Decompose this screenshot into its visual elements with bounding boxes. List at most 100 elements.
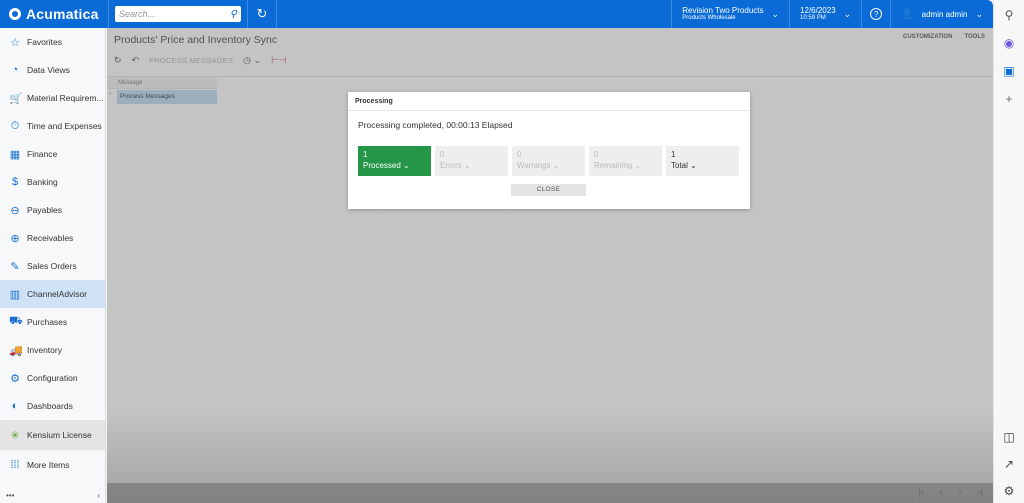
truck-icon: 🚚 xyxy=(9,344,23,357)
business-date: 12/6/2023 xyxy=(800,6,836,15)
outlook-icon[interactable]: ▣ xyxy=(994,64,1024,78)
sidebar-item-label: Dashboards xyxy=(27,401,73,411)
browser-side-rail: ⚲ ◉ ▣ + ◫ ↗ ⚙ xyxy=(993,0,1024,503)
stat-label: Remaining xyxy=(594,161,633,170)
sidebar-item-label: Data Views xyxy=(27,65,70,75)
copilot-icon[interactable]: ◉ xyxy=(994,36,1024,50)
plus-circle-icon: ⊕ xyxy=(10,232,20,245)
sidebar-item-label: Finance xyxy=(27,149,58,159)
search-icon[interactable]: ⚲ xyxy=(994,8,1024,22)
sidebar-item-channeladvisor[interactable]: ▥ ChannelAdvisor xyxy=(0,280,105,308)
sidebar-item-receivables[interactable]: ⊕ Receivables xyxy=(0,224,105,252)
history-icon[interactable]: ↻ xyxy=(248,0,276,28)
sidebar-item-label: ChannelAdvisor xyxy=(27,289,88,299)
stat-value: 1 xyxy=(671,150,676,159)
sidebar-item-inventory[interactable]: 🚚 Inventory xyxy=(0,336,105,364)
company-selector[interactable]: Revision Two Products Products Wholesale… xyxy=(672,0,789,28)
dollar-icon: $ xyxy=(11,176,19,188)
sidebar-item-time-expenses[interactable]: ⏱ Time and Expenses xyxy=(0,112,105,140)
stat-label: Total xyxy=(671,161,688,170)
more-options-icon[interactable]: ••• xyxy=(6,491,14,500)
add-icon[interactable]: + xyxy=(994,92,1024,106)
acumatica-logo[interactable]: Acumatica xyxy=(0,0,108,28)
sidebar-item-more-items[interactable]: ⁞⁞⁞ More Items xyxy=(0,450,105,480)
stat-value: 0 xyxy=(517,150,522,159)
branch-name: Products Wholesale xyxy=(682,15,736,21)
sidebar-item-label: Payables xyxy=(27,205,62,215)
sidebar-item-label: Favorites xyxy=(27,37,62,47)
dialog-title: Processing xyxy=(348,92,750,111)
chevron-down-icon: ⌄ xyxy=(771,8,780,19)
sidebar-item-favorites[interactable]: ☆ Favorites xyxy=(0,28,105,56)
sidebar-item-material-requirements[interactable]: 🛒 Material Requirem... xyxy=(0,84,105,112)
grid-dots-icon: ⁞⁞⁞ xyxy=(10,459,20,471)
sidebar-item-label: Receivables xyxy=(27,233,74,243)
sidebar-item-data-views[interactable]: ◔ Data Views xyxy=(0,56,105,84)
close-button[interactable]: CLOSE xyxy=(511,184,586,196)
sidebar-item-label: Configuration xyxy=(27,373,78,383)
sidebar-item-label: Kensium License xyxy=(27,430,92,440)
user-menu[interactable]: 👤 admin admin ⌄ xyxy=(891,0,993,28)
sidebar-item-purchases[interactable]: ⛟ Purchases xyxy=(0,308,105,336)
user-name: admin admin xyxy=(921,9,968,19)
sidebar-item-payables[interactable]: ⊖ Payables xyxy=(0,196,105,224)
user-icon: 👤 xyxy=(901,8,914,20)
search-input[interactable]: Search... ⚲ xyxy=(115,6,241,22)
business-time: 10:59 PM xyxy=(800,15,826,21)
chevron-down-icon: ⌄ xyxy=(464,161,471,170)
processing-dialog: Processing Processing completed, 00:00:1… xyxy=(348,92,750,209)
bottom-strip xyxy=(107,483,993,503)
collapse-sidebar-icon[interactable]: ‹ xyxy=(97,491,100,500)
sidebar-item-label: Inventory xyxy=(27,345,62,355)
sidebar-item-sales-orders[interactable]: ✎ Sales Orders xyxy=(0,252,105,280)
total-stat[interactable]: 1 Total ⌄ xyxy=(666,146,739,176)
star-icon: ☆ xyxy=(10,36,20,49)
warnings-stat[interactable]: 0 Warnings ⌄ xyxy=(512,146,585,176)
sidebar-item-kensium-license[interactable]: ✳ Kensium License xyxy=(0,420,105,450)
stat-value: 1 xyxy=(363,150,368,159)
company-name: Revision Two Products xyxy=(682,6,764,15)
logo-icon xyxy=(9,8,21,20)
processing-status-message: Processing completed, 00:00:13 Elapsed xyxy=(358,120,513,130)
calculator-icon: ▦ xyxy=(9,148,21,161)
minus-circle-icon: ⊖ xyxy=(10,204,20,217)
search-icon[interactable]: ⚲ xyxy=(230,9,237,20)
sidebar-item-label: Banking xyxy=(27,177,58,187)
pie-chart-icon: ◔ xyxy=(11,64,19,76)
chevron-down-icon: ⌄ xyxy=(975,8,983,19)
stat-label: Errors xyxy=(440,161,462,170)
business-date-selector[interactable]: 12/6/2023 10:59 PM ⌄ xyxy=(790,0,861,28)
stat-label: Warnings xyxy=(517,161,551,170)
sidebar-item-label: Purchases xyxy=(27,317,68,327)
settings-icon[interactable]: ⚙ xyxy=(994,484,1024,498)
external-link-icon[interactable]: ↗ xyxy=(994,457,1024,471)
help-icon: ? xyxy=(870,8,883,20)
sidebar-item-finance[interactable]: ▦ Finance xyxy=(0,140,105,168)
sidebar-item-configuration[interactable]: ⚙ Configuration xyxy=(0,364,105,392)
errors-stat[interactable]: 0 Errors ⌄ xyxy=(435,146,508,176)
sidebar: ☆ Favorites ◔ Data Views 🛒 Material Require… xyxy=(0,28,106,503)
sidebar-item-dashboards[interactable]: ◐ Dashboards xyxy=(0,392,105,420)
sidebar-toggle-icon[interactable]: ◫ xyxy=(994,430,1024,444)
sidebar-item-label: Sales Orders xyxy=(27,261,77,271)
help-button[interactable]: ? xyxy=(862,0,890,28)
stat-value: 0 xyxy=(594,150,599,159)
cart-icon: 🛒 xyxy=(9,92,23,105)
remaining-stat[interactable]: 0 Remaining ⌄ xyxy=(589,146,662,176)
kensium-icon: ✳ xyxy=(10,429,20,442)
dashboard-icon: ◐ xyxy=(11,400,19,412)
gear-icon: ⚙ xyxy=(10,372,20,385)
chevron-down-icon: ⌄ xyxy=(403,161,410,170)
sidebar-item-label: Material Requirem... xyxy=(27,93,104,103)
chevron-down-icon: ⌄ xyxy=(552,161,560,170)
top-bar: Acumatica Search... ⚲ ↻ Revision Two Pro… xyxy=(0,0,993,28)
sidebar-item-label: Time and Expenses xyxy=(27,121,102,131)
edit-icon: ✎ xyxy=(10,260,20,273)
sidebar-item-banking[interactable]: $ Banking xyxy=(0,168,105,196)
processed-stat[interactable]: 1 Processed ⌄ xyxy=(358,146,431,176)
search-placeholder: Search... xyxy=(119,9,156,19)
stat-value: 0 xyxy=(440,150,445,159)
chevron-down-icon: ⌄ xyxy=(843,8,852,19)
stat-label: Processed xyxy=(363,161,401,170)
chevron-down-icon: ⌄ xyxy=(690,161,697,170)
